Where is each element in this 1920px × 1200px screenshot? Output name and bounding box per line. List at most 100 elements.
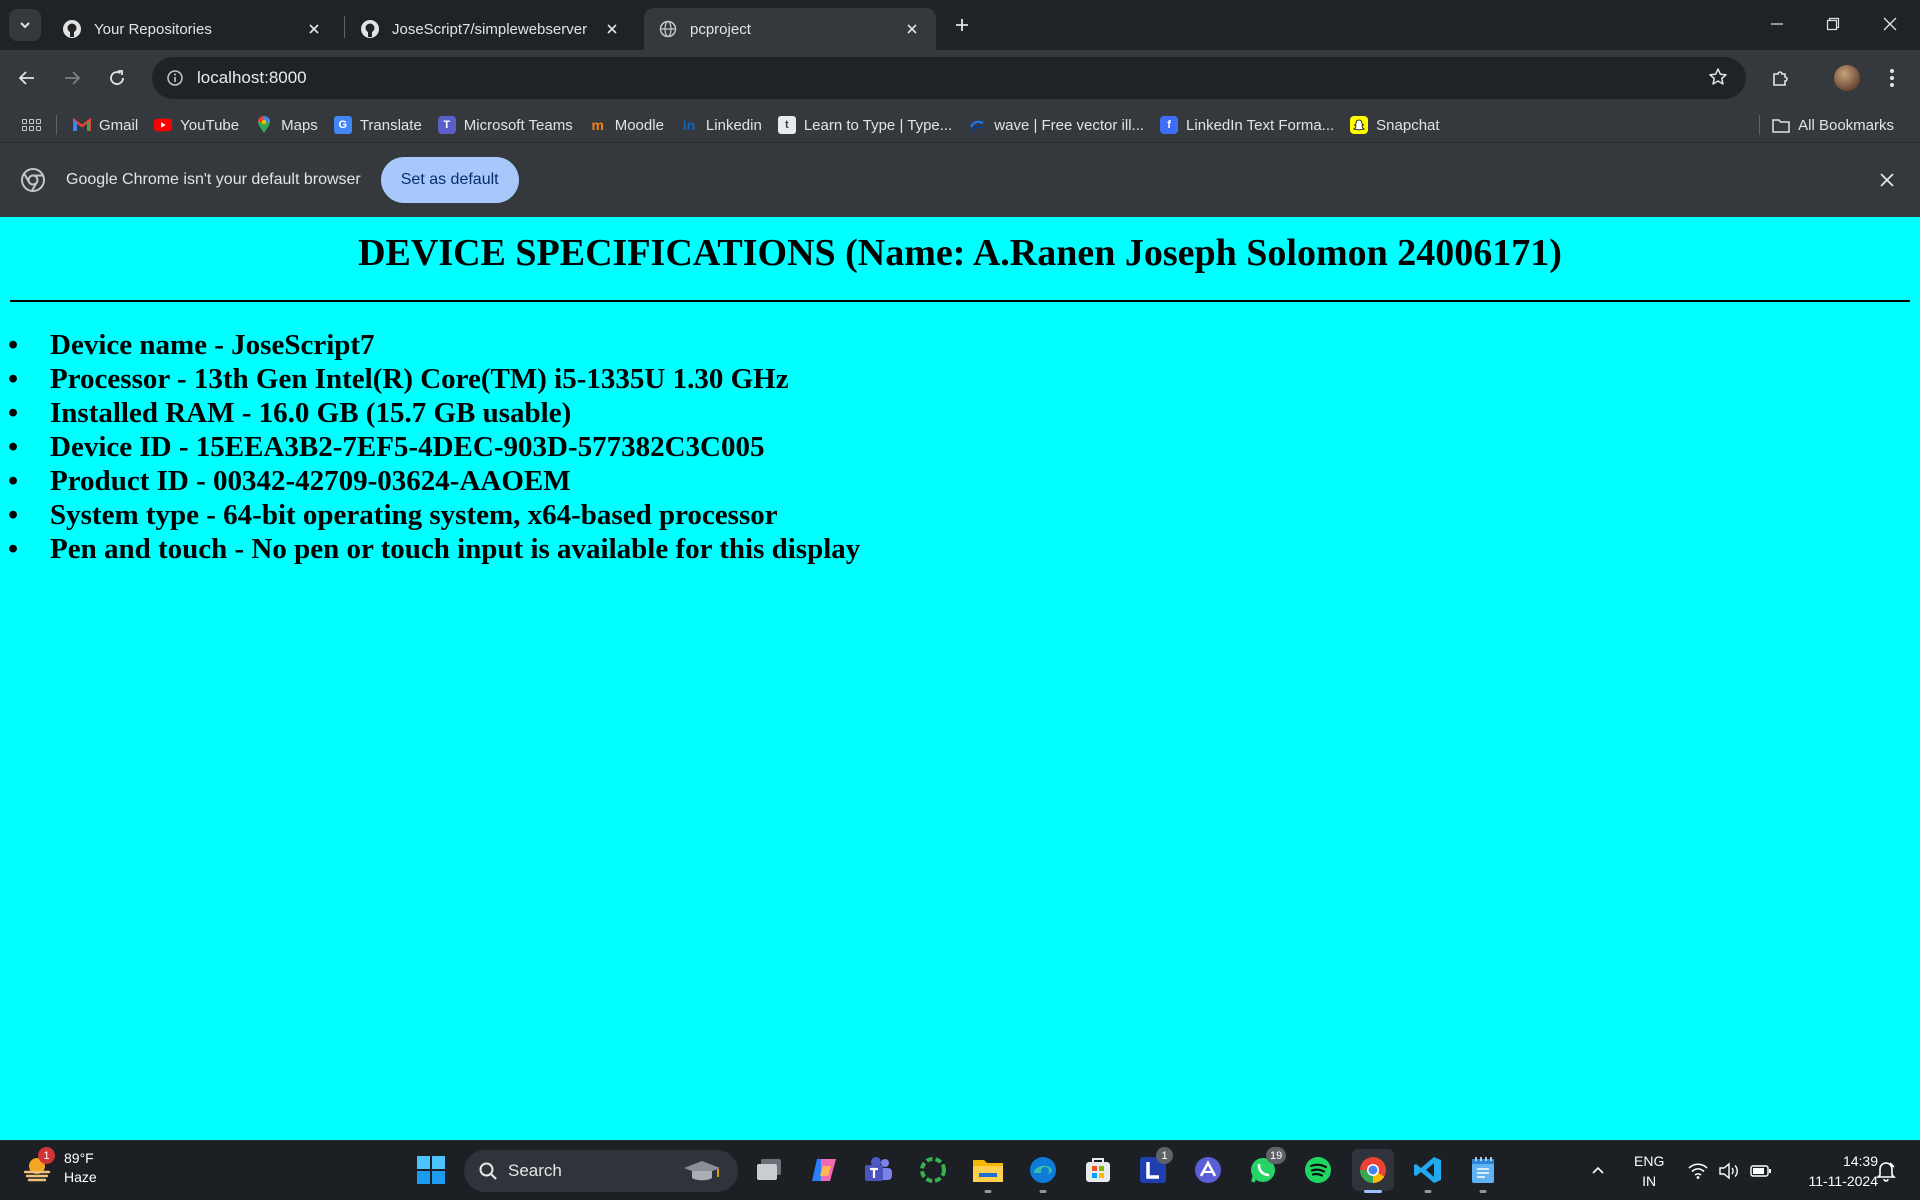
close-icon[interactable] (602, 19, 622, 39)
back-button[interactable] (10, 61, 44, 95)
bookmark-label: Maps (281, 116, 318, 134)
close-icon[interactable] (304, 19, 324, 39)
restore-icon (1826, 17, 1840, 31)
notifications-button[interactable] (1876, 1141, 1896, 1200)
bookmark-maps[interactable]: Maps (247, 111, 326, 139)
bookmark-youtube[interactable]: YouTube (146, 111, 247, 139)
system-clock[interactable]: 14:39 11-11-2024 (1782, 1151, 1878, 1191)
bell-icon (1876, 1162, 1896, 1182)
taskbar-chrome[interactable] (1352, 1149, 1394, 1193)
restore-button[interactable] (1805, 0, 1861, 48)
region-code: IN (1642, 1173, 1657, 1189)
page-content: DEVICE SPECIFICATIONS (Name: A.Ranen Jos… (0, 217, 1920, 1140)
bookmark-moodle[interactable]: m Moodle (581, 111, 672, 139)
taskbar-l-app[interactable]: 1 (1132, 1147, 1174, 1191)
taskbar-copilot[interactable] (803, 1149, 845, 1191)
reload-button[interactable] (100, 61, 134, 95)
github-icon (360, 19, 380, 39)
tab-simplewebserver[interactable]: JoseScript7/simplewebserver (346, 8, 636, 50)
bookmark-snapchat[interactable]: Snapchat (1342, 111, 1447, 139)
store-icon (1086, 1158, 1110, 1182)
folder-icon (973, 1160, 1003, 1182)
close-icon[interactable] (1876, 169, 1898, 191)
windows-logo-icon (417, 1156, 445, 1184)
taskbar-circular-app[interactable] (912, 1149, 954, 1191)
start-button[interactable] (410, 1149, 452, 1191)
weather-condition: Haze (64, 1169, 97, 1185)
bookmark-label: Snapchat (1376, 116, 1440, 134)
bookmark-linkedin-text-formatter[interactable]: f LinkedIn Text Forma... (1152, 111, 1342, 139)
set-as-default-button[interactable]: Set as default (380, 157, 519, 203)
menu-button[interactable] (1876, 62, 1908, 94)
taskbar-microsoft-store[interactable] (1077, 1149, 1119, 1191)
bookmark-translate[interactable]: G Translate (326, 111, 430, 139)
taskbar-notepad[interactable] (1462, 1149, 1504, 1193)
tab-strip: Your Repositories JoseScript7/simplewebs… (0, 0, 1920, 50)
weather-widget[interactable]: 1 89°F Haze (20, 1147, 97, 1187)
spec-list: Device name - JoseScript7 Processor - 13… (0, 328, 1920, 566)
taskbar-edge[interactable] (1022, 1149, 1064, 1193)
quick-settings-button[interactable] (1688, 1141, 1772, 1200)
bookmarks-bar: Gmail YouTube Maps G Translate T Microso… (0, 108, 1920, 142)
spec-device-id: Device ID - 15EEA3B2-7EF5-4DEC-903D-5773… (0, 430, 1920, 464)
tab-title: Your Repositories (94, 20, 212, 38)
spec-pen-and-touch: Pen and touch - No pen or touch input is… (0, 532, 1920, 566)
input-language-indicator[interactable]: ENG IN (1634, 1151, 1664, 1191)
taskbar-file-explorer[interactable] (967, 1149, 1009, 1193)
apps-grid-icon[interactable] (20, 114, 42, 136)
bookmark-label: Translate (359, 116, 422, 134)
spotify-icon (1305, 1157, 1331, 1183)
address-bar[interactable]: localhost:8000 (152, 57, 1746, 99)
all-bookmarks-label: All Bookmarks (1798, 116, 1894, 134)
tab-divider (344, 16, 345, 38)
active-indicator (1364, 1190, 1382, 1193)
spec-device-name: Device name - JoseScript7 (0, 328, 1920, 362)
battery-icon (1750, 1165, 1771, 1177)
tab-your-repositories[interactable]: Your Repositories (48, 8, 338, 50)
taskbar-spotify[interactable] (1297, 1149, 1339, 1191)
running-indicator (984, 1190, 992, 1193)
forward-button[interactable] (55, 61, 89, 95)
new-tab-button[interactable] (948, 11, 976, 39)
running-indicator (1039, 1190, 1047, 1193)
tab-search-button[interactable] (9, 9, 41, 41)
star-icon[interactable] (1708, 67, 1728, 92)
volume-icon (1719, 1162, 1738, 1180)
tab-pcproject[interactable]: pcproject (644, 8, 936, 50)
linkedin-icon: in (682, 117, 696, 133)
teams-icon: T (437, 116, 456, 134)
running-indicator (1479, 1190, 1487, 1193)
profile-button[interactable] (1831, 62, 1863, 94)
weather-badge: 1 (38, 1147, 55, 1164)
taskbar-search[interactable]: Search (464, 1150, 738, 1192)
minimize-icon (1771, 23, 1783, 25)
bookmark-wave[interactable]: wave | Free vector ill... (960, 111, 1152, 139)
bookmark-microsoft-teams[interactable]: T Microsoft Teams (430, 111, 581, 139)
show-hidden-icons-button[interactable] (1590, 1141, 1606, 1200)
clock-time: 14:39 (1842, 1153, 1878, 1169)
task-view-button[interactable] (748, 1149, 790, 1191)
github-icon (62, 19, 82, 39)
taskbar-vscode[interactable] (1407, 1149, 1449, 1193)
browser-toolbar: localhost:8000 (0, 50, 1920, 108)
taskbar-whatsapp[interactable]: 19 (1242, 1147, 1287, 1191)
bookmark-label: YouTube (180, 116, 240, 134)
search-placeholder: Search (508, 1161, 562, 1180)
bookmark-gmail[interactable]: Gmail (65, 111, 146, 139)
url-text[interactable]: localhost:8000 (197, 68, 307, 88)
close-icon[interactable] (902, 19, 922, 39)
page-title: DEVICE SPECIFICATIONS (Name: A.Ranen Jos… (358, 232, 1562, 274)
taskbar-teams[interactable] (857, 1149, 899, 1191)
chevron-down-icon (20, 22, 30, 29)
minimize-button[interactable] (1749, 0, 1805, 48)
bookmark-label: Gmail (99, 116, 139, 134)
chrome-icon (1359, 1157, 1386, 1184)
extensions-button[interactable] (1765, 62, 1797, 94)
all-bookmarks-button[interactable]: All Bookmarks (1764, 111, 1902, 139)
bookmark-learn-to-type[interactable]: t Learn to Type | Type... (770, 111, 960, 139)
text-format-icon: f (1160, 116, 1179, 134)
close-window-button[interactable] (1862, 0, 1918, 48)
bookmark-linkedin[interactable]: in Linkedin (672, 111, 770, 139)
info-icon[interactable] (155, 58, 195, 98)
taskbar-arc-app[interactable] (1187, 1149, 1229, 1191)
